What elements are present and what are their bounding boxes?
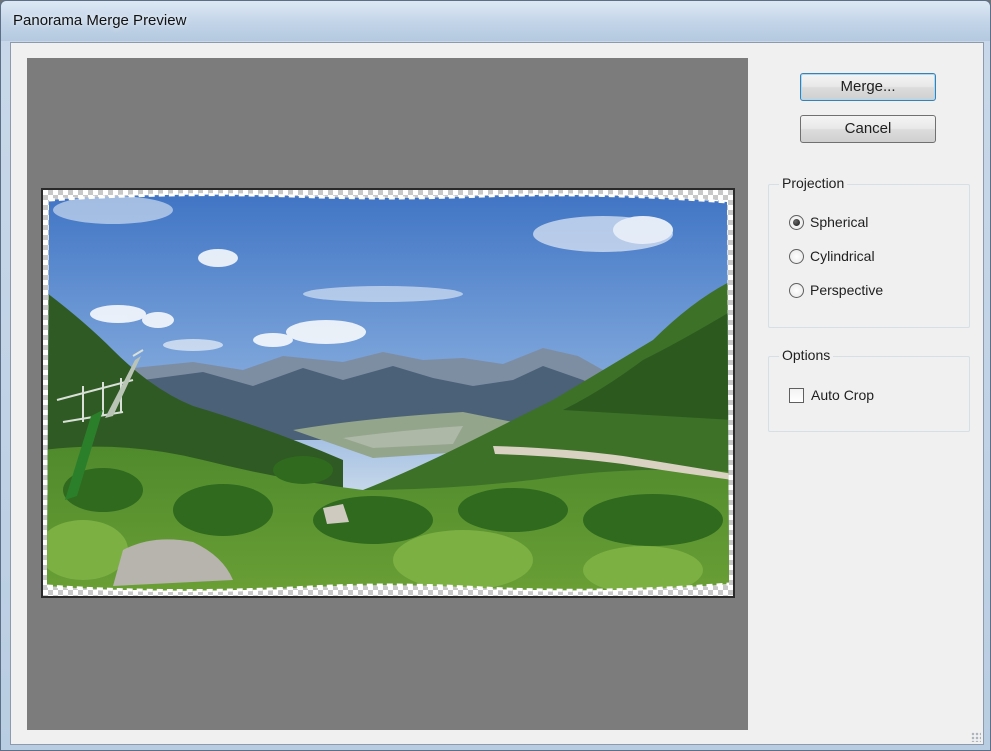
panorama-image-graphic [46, 193, 730, 593]
radio-perspective[interactable]: Perspective [789, 280, 883, 300]
merge-button[interactable]: Merge... [800, 73, 936, 101]
radio-indicator[interactable] [789, 282, 804, 298]
resize-grip[interactable] [971, 732, 981, 742]
radio-indicator[interactable] [789, 248, 804, 264]
preview-area [27, 58, 748, 730]
panorama-preview-image [41, 188, 735, 598]
radio-cylindrical[interactable]: Cylindrical [789, 246, 875, 266]
dialog-client-area: Merge... Cancel Projection Spherical Cyl… [10, 42, 984, 745]
window-title: Panorama Merge Preview [13, 12, 187, 29]
cancel-button[interactable]: Cancel [800, 115, 936, 143]
title-bar[interactable]: Panorama Merge Preview [1, 1, 990, 41]
options-group: Options Auto Crop [768, 347, 970, 432]
radio-label-spherical: Spherical [810, 214, 869, 230]
options-group-label: Options [779, 347, 834, 363]
radio-selected-indicator[interactable] [789, 214, 804, 230]
projection-group-label: Projection [779, 175, 848, 191]
auto-crop-checkbox[interactable] [789, 387, 804, 403]
radio-label-perspective: Perspective [810, 282, 884, 298]
radio-label-cylindrical: Cylindrical [810, 248, 875, 264]
auto-crop-checkbox-row[interactable]: Auto Crop [789, 385, 874, 405]
panorama-merge-preview-dialog: Panorama Merge Preview Merge... Cancel P… [0, 0, 991, 751]
radio-spherical[interactable]: Spherical [789, 212, 868, 232]
projection-group: Projection Spherical Cylindrical Perspec… [768, 175, 970, 328]
auto-crop-label: Auto Crop [811, 387, 875, 403]
